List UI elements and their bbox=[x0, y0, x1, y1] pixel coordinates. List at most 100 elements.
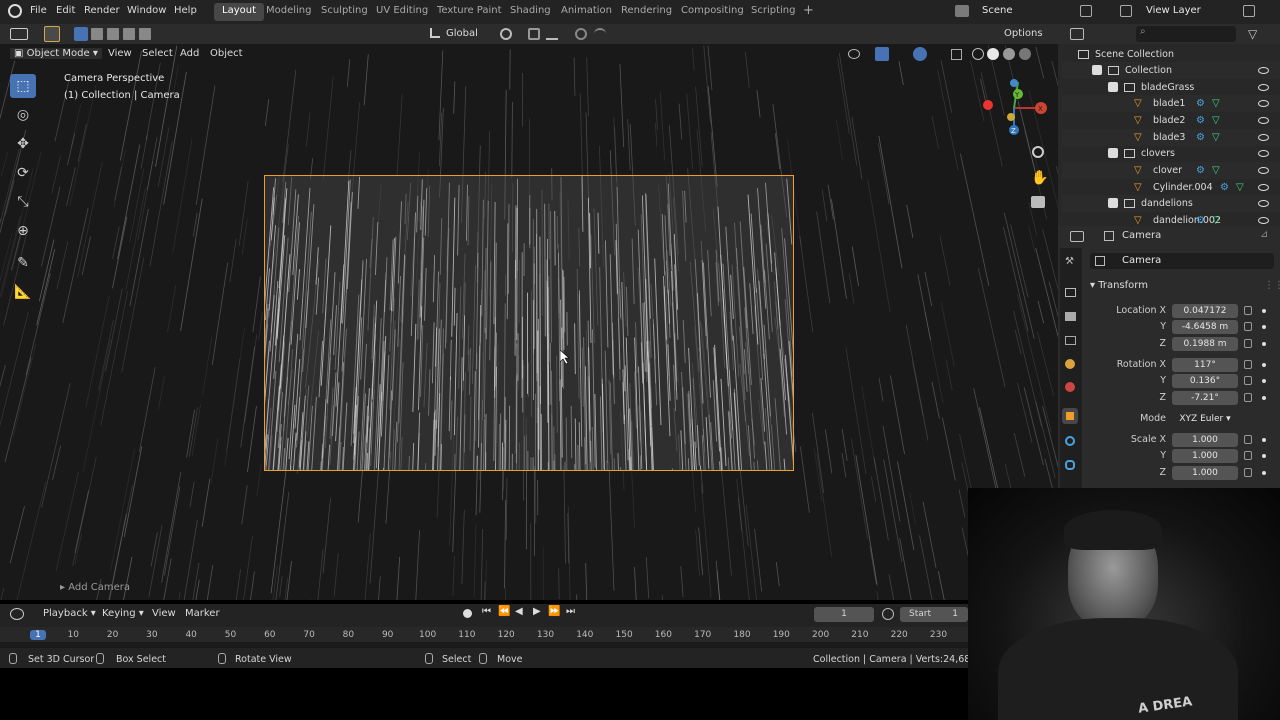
visibility-eye-icon[interactable] bbox=[1258, 149, 1269, 157]
visibility-eye-icon[interactable] bbox=[1258, 116, 1269, 124]
falloff-icon[interactable] bbox=[594, 28, 606, 40]
output-tab-icon[interactable] bbox=[1065, 312, 1076, 321]
world-tab-icon[interactable] bbox=[1065, 382, 1075, 392]
new-view-layer-icon[interactable] bbox=[1243, 5, 1255, 17]
keyframe-dot-icon[interactable] bbox=[1262, 438, 1266, 442]
select-mode-subtract-icon[interactable] bbox=[107, 28, 119, 40]
outliner-row[interactable]: bladeGrass bbox=[1062, 79, 1280, 96]
outliner-editor-icon[interactable] bbox=[1070, 28, 1084, 40]
outliner-row[interactable]: ▽ blade2 ⚙ ▽ bbox=[1062, 112, 1280, 129]
tab-animation[interactable]: Animation bbox=[553, 3, 620, 21]
lock-icon[interactable] bbox=[1244, 306, 1252, 315]
tab-rendering[interactable]: Rendering bbox=[613, 3, 680, 21]
transform-panel-header[interactable]: ▾ Transform bbox=[1090, 280, 1148, 291]
transform-orientation-select[interactable]: Global bbox=[446, 28, 478, 39]
keyframe-dot-icon[interactable] bbox=[1262, 471, 1266, 475]
select-tool-icon[interactable] bbox=[44, 26, 60, 42]
measure-tool-icon[interactable]: 📐 bbox=[10, 280, 36, 304]
keyframe-dot-icon[interactable] bbox=[1262, 363, 1266, 367]
view-layer-name[interactable]: View Layer bbox=[1146, 5, 1201, 16]
visibility-eye-icon[interactable] bbox=[1258, 199, 1269, 207]
scene-tab-icon[interactable] bbox=[1065, 359, 1075, 369]
annotate-tool-icon[interactable]: ✎ bbox=[10, 251, 36, 275]
keyframe-dot-icon[interactable] bbox=[1262, 309, 1266, 313]
navigation-gizmo[interactable]: X Y Z bbox=[982, 74, 1052, 144]
outliner-row[interactable]: Collection bbox=[1062, 62, 1280, 79]
menu-help[interactable]: Help bbox=[174, 5, 197, 16]
viewport-menu-select[interactable]: Select bbox=[142, 48, 173, 59]
preview-range-icon[interactable] bbox=[882, 608, 894, 620]
tab-uv-editing[interactable]: UV Editing bbox=[368, 3, 436, 21]
select-mode-invert-icon[interactable] bbox=[123, 28, 135, 40]
lock-icon[interactable] bbox=[1244, 451, 1252, 460]
overlay-toggle-icon[interactable] bbox=[913, 47, 927, 61]
timeline-scrollbar[interactable] bbox=[0, 642, 968, 648]
lock-icon[interactable] bbox=[1244, 376, 1252, 385]
tab-shading[interactable]: Shading bbox=[502, 3, 559, 21]
checkbox-icon[interactable] bbox=[1108, 198, 1118, 209]
snap-target-icon[interactable] bbox=[546, 28, 558, 40]
checkbox-icon[interactable] bbox=[1092, 65, 1102, 76]
pin-icon[interactable]: ⊿ bbox=[1260, 229, 1268, 240]
object-name-field[interactable]: Camera bbox=[1090, 253, 1274, 269]
timeline-menu-playback[interactable]: Playback ▾ bbox=[43, 608, 96, 619]
3d-viewport[interactable]: Camera Perspective (1) Collection | Came… bbox=[0, 44, 1058, 600]
visibility-icon[interactable] bbox=[848, 49, 860, 59]
new-scene-icon[interactable] bbox=[1080, 5, 1092, 17]
scene-name[interactable]: Scene bbox=[982, 5, 1013, 16]
tool-tab-icon[interactable]: ⚒ bbox=[1065, 256, 1074, 267]
transform-tool-icon[interactable]: ⊕ bbox=[10, 219, 36, 243]
xray-icon[interactable] bbox=[951, 49, 962, 60]
visibility-eye-icon[interactable] bbox=[1258, 83, 1269, 91]
lock-icon[interactable] bbox=[1244, 435, 1252, 444]
options-dropdown[interactable]: Options bbox=[1004, 28, 1043, 39]
lock-icon[interactable] bbox=[1244, 468, 1252, 477]
object-tab-icon[interactable] bbox=[1062, 408, 1078, 424]
visibility-eye-icon[interactable] bbox=[1258, 166, 1269, 174]
camera-frame[interactable] bbox=[264, 175, 794, 471]
visibility-eye-icon[interactable] bbox=[1258, 216, 1269, 224]
timeline-editor-icon[interactable] bbox=[10, 608, 24, 620]
editor-type-icon[interactable] bbox=[10, 28, 28, 40]
properties-editor-icon[interactable] bbox=[1070, 231, 1084, 242]
lock-icon[interactable] bbox=[1244, 322, 1252, 331]
outliner-row[interactable]: ▽ blade1 ⚙ ▽ bbox=[1062, 95, 1280, 112]
visibility-eye-icon[interactable] bbox=[1258, 183, 1269, 191]
transform-value-field[interactable]: 1.000 bbox=[1172, 466, 1238, 480]
visibility-eye-icon[interactable] bbox=[1258, 66, 1269, 74]
viewport-menu-add[interactable]: Add bbox=[180, 48, 199, 59]
tab-compositing[interactable]: Compositing bbox=[673, 3, 752, 21]
camera-view-icon[interactable] bbox=[1031, 196, 1045, 208]
select-box-tool-icon[interactable]: ⬚ bbox=[10, 74, 36, 98]
render-tab-icon[interactable] bbox=[1065, 288, 1076, 297]
lock-icon[interactable] bbox=[1244, 393, 1252, 402]
cursor-tool-icon[interactable]: ◎ bbox=[10, 103, 36, 127]
rotate-tool-icon[interactable]: ⟳ bbox=[10, 161, 36, 185]
keyframe-dot-icon[interactable] bbox=[1262, 342, 1266, 346]
transform-value-field[interactable]: 117° bbox=[1172, 358, 1238, 372]
transform-value-field[interactable]: 1.000 bbox=[1172, 433, 1238, 447]
view-layer-tab-icon[interactable] bbox=[1065, 336, 1076, 345]
last-operator-panel[interactable]: ▸ Add Camera bbox=[60, 582, 130, 593]
move-tool-icon[interactable]: ✥ bbox=[10, 132, 36, 156]
shading-material-icon[interactable] bbox=[1003, 48, 1015, 60]
scene-selector-icon[interactable] bbox=[955, 5, 969, 17]
shading-wireframe-icon[interactable] bbox=[972, 48, 984, 60]
select-mode-new-icon[interactable] bbox=[74, 27, 88, 41]
object-mode-select[interactable]: ▣ Object Mode ▾ bbox=[10, 48, 102, 59]
rotation-mode-select[interactable]: XYZ Euler ▾ bbox=[1172, 412, 1238, 426]
menu-window[interactable]: Window bbox=[127, 5, 166, 16]
transform-value-field[interactable]: -4.6458 m bbox=[1172, 320, 1238, 334]
menu-render[interactable]: Render bbox=[84, 5, 120, 16]
modifier-tab-icon[interactable] bbox=[1065, 436, 1075, 446]
lock-icon[interactable] bbox=[1244, 339, 1252, 348]
snap-icon[interactable] bbox=[528, 28, 540, 40]
pan-hand-icon[interactable]: ✋ bbox=[1031, 170, 1048, 186]
jump-start-icon[interactable]: ⏮ bbox=[482, 606, 491, 617]
outliner-row[interactable]: clovers bbox=[1062, 145, 1280, 162]
tab-sculpting[interactable]: Sculpting bbox=[313, 3, 376, 21]
timeline-menu-view[interactable]: View bbox=[152, 608, 176, 619]
select-mode-intersect-icon[interactable] bbox=[139, 28, 151, 40]
outliner-row[interactable]: ▽ Cylinder.004 ⚙ ▽ bbox=[1062, 179, 1280, 196]
panel-drag-icon[interactable]: ⋮⋮ bbox=[1264, 280, 1280, 291]
